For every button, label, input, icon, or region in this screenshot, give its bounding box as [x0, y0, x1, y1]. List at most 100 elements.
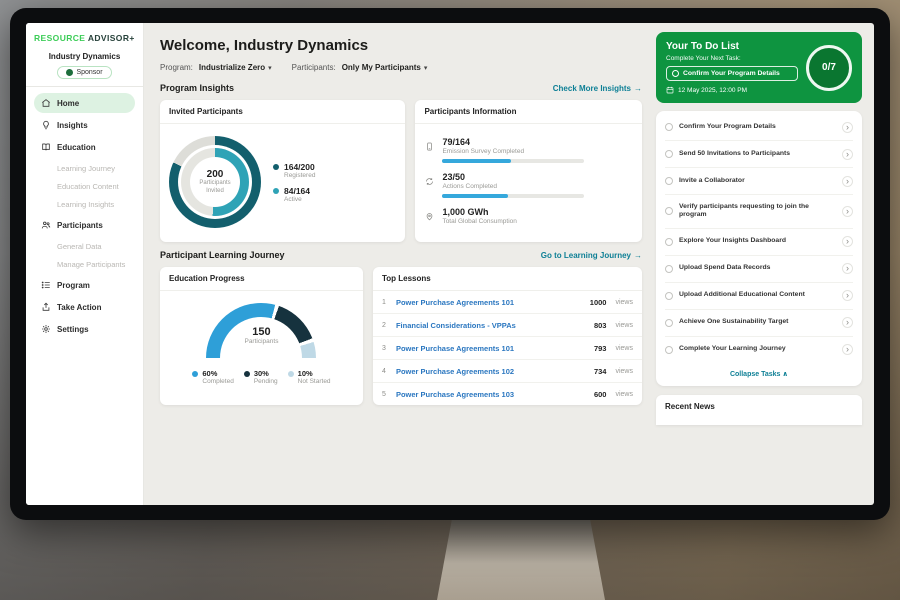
lesson-rank: 2: [382, 322, 389, 329]
checkbox-circle-icon[interactable]: [665, 177, 673, 185]
legend-dot-completed: [192, 371, 198, 377]
lesson-link[interactable]: Financial Considerations - VPPAs: [396, 321, 587, 330]
chevron-down-icon: ▾: [424, 64, 428, 72]
org-name: Industry Dynamics: [34, 52, 135, 61]
sponsor-badge[interactable]: Sponsor: [57, 66, 111, 79]
lesson-views-value: 734: [594, 367, 607, 376]
sidebar-item-learning-insights[interactable]: Learning Insights: [34, 195, 135, 213]
lesson-views-value: 803: [594, 321, 607, 330]
task-item[interactable]: Upload Spend Data Records ›: [665, 256, 853, 283]
stat-emission-survey: 79/164 Emission Survey Completed: [425, 137, 632, 163]
task-item[interactable]: Send 50 Invitations to Participants ›: [665, 141, 853, 168]
sidebar-item-education[interactable]: Education: [34, 137, 135, 157]
chevron-right-icon: ›: [842, 176, 853, 187]
sidebar-item-education-content[interactable]: Education Content: [34, 177, 135, 195]
legend-item-not-started: 10% Not Started: [288, 369, 331, 385]
chevron-right-icon: ›: [842, 263, 853, 274]
program-filter-dropdown[interactable]: Industrialize Zero ▾: [199, 63, 272, 72]
location-pin-icon: [425, 207, 435, 229]
go-to-learning-journey-link[interactable]: Go to Learning Journey →: [541, 251, 642, 260]
task-label: Explore Your Insights Dashboard: [679, 237, 836, 246]
lesson-link[interactable]: Power Purchase Agreements 103: [396, 390, 587, 399]
chevron-right-icon: ›: [842, 122, 853, 133]
task-item[interactable]: Explore Your Insights Dashboard ›: [665, 229, 853, 256]
chevron-up-icon: ∧: [782, 371, 788, 378]
program-insights-header-row: Program Insights Check More Insights →: [160, 83, 642, 93]
people-icon: [41, 220, 51, 230]
checkbox-circle-icon[interactable]: [665, 123, 673, 131]
legend-label: Active: [284, 196, 310, 203]
legend-value: 30%: [254, 369, 278, 378]
next-task-chip[interactable]: Confirm Your Program Details: [666, 66, 798, 81]
task-item[interactable]: Invite a Collaborator ›: [665, 168, 853, 195]
task-label: Confirm Your Program Details: [679, 123, 836, 132]
lesson-link[interactable]: Power Purchase Agreements 101: [396, 298, 583, 307]
sidebar-item-participants[interactable]: Participants: [34, 215, 135, 235]
participants-information-card: Participants Information 79/164 Emission…: [415, 100, 642, 242]
link-label: Check More Insights: [553, 84, 631, 93]
program-filter-value: Industrialize Zero: [199, 63, 265, 72]
progress-track: [442, 194, 584, 198]
legend-value: 164/200: [284, 162, 315, 172]
sidebar-item-learning-journey[interactable]: Learning Journey: [34, 159, 135, 177]
collapse-tasks-link[interactable]: Collapse Tasks ∧: [665, 363, 853, 384]
lesson-views-value: 793: [594, 344, 607, 353]
checkbox-circle-icon[interactable]: [665, 319, 673, 327]
checkbox-circle-icon[interactable]: [665, 238, 673, 246]
lesson-link[interactable]: Power Purchase Agreements 102: [396, 367, 587, 376]
checkbox-circle-icon[interactable]: [665, 207, 673, 215]
sidebar-item-settings[interactable]: Settings: [34, 319, 135, 339]
participants-filter-dropdown[interactable]: Only My Participants ▾: [342, 63, 428, 72]
recent-news-card[interactable]: Recent News: [656, 395, 862, 425]
bulb-icon: [41, 120, 51, 130]
participants-filter-value: Only My Participants: [342, 63, 421, 72]
book-icon: [41, 142, 51, 152]
survey-icon: [425, 137, 435, 163]
checkbox-circle-icon[interactable]: [665, 292, 673, 300]
desk-background: RESOURCE ADVISOR+ Industry Dynamics Spon…: [0, 0, 900, 600]
stat-label: Total Global Consumption: [442, 218, 516, 225]
task-item[interactable]: Confirm Your Program Details ›: [665, 114, 853, 141]
page-title: Welcome, Industry Dynamics: [160, 37, 642, 54]
check-more-insights-link[interactable]: Check More Insights →: [553, 84, 642, 93]
lesson-rank: 1: [382, 299, 389, 306]
sidebar-item-label: Settings: [57, 325, 89, 334]
checkbox-circle-icon[interactable]: [665, 265, 673, 273]
top-lessons-card: Top Lessons 1 Power Purchase Agreements …: [373, 267, 642, 405]
stat-label: Emission Survey Completed: [442, 148, 584, 155]
sidebar-item-home[interactable]: Home: [34, 93, 135, 113]
lesson-row[interactable]: 1 Power Purchase Agreements 101 1000 vie…: [373, 291, 642, 314]
todo-subtitle: Complete Your Next Task:: [666, 55, 798, 62]
lesson-row[interactable]: 5 Power Purchase Agreements 103 600 view…: [373, 383, 642, 405]
sidebar-item-take-action[interactable]: Take Action: [34, 297, 135, 317]
card-title: Participants Information: [415, 100, 642, 124]
sidebar-divider: [26, 86, 143, 87]
progress-fill: [442, 194, 507, 198]
legend-dot-not-started: [288, 371, 294, 377]
sidebar: RESOURCE ADVISOR+ Industry Dynamics Spon…: [26, 23, 144, 505]
task-item[interactable]: Verify participants requesting to join t…: [665, 195, 853, 229]
task-item[interactable]: Complete Your Learning Journey ›: [665, 337, 853, 363]
task-label: Achieve One Sustainability Target: [679, 318, 836, 327]
task-item[interactable]: Achieve One Sustainability Target ›: [665, 310, 853, 337]
recent-news-title: Recent News: [665, 402, 715, 411]
lesson-link[interactable]: Power Purchase Agreements 101: [396, 344, 587, 353]
lesson-row[interactable]: 2 Financial Considerations - VPPAs 803 v…: [373, 314, 642, 337]
task-item[interactable]: Upload Additional Educational Content ›: [665, 283, 853, 310]
progress-track: [442, 159, 584, 163]
legend-label: Not Started: [298, 378, 331, 385]
program-filter-label: Program:: [160, 63, 193, 72]
sidebar-item-program[interactable]: Program: [34, 275, 135, 295]
lesson-row[interactable]: 4 Power Purchase Agreements 102 734 view…: [373, 360, 642, 383]
action-arrow-icon: [41, 302, 51, 312]
lesson-rank: 3: [382, 345, 389, 352]
checkbox-circle-icon[interactable]: [665, 150, 673, 158]
lesson-row[interactable]: 3 Power Purchase Agreements 101 793 view…: [373, 337, 642, 360]
checkbox-circle-icon[interactable]: [665, 346, 673, 354]
sidebar-item-manage-participants[interactable]: Manage Participants: [34, 255, 135, 273]
sidebar-item-label: Insights: [57, 121, 88, 130]
donut-center-value: 200: [207, 169, 224, 180]
invited-donut-body: 200 Participants Invited 164/200 Registe: [160, 124, 405, 240]
sidebar-item-insights[interactable]: Insights: [34, 115, 135, 135]
sidebar-item-general-data[interactable]: General Data: [34, 237, 135, 255]
